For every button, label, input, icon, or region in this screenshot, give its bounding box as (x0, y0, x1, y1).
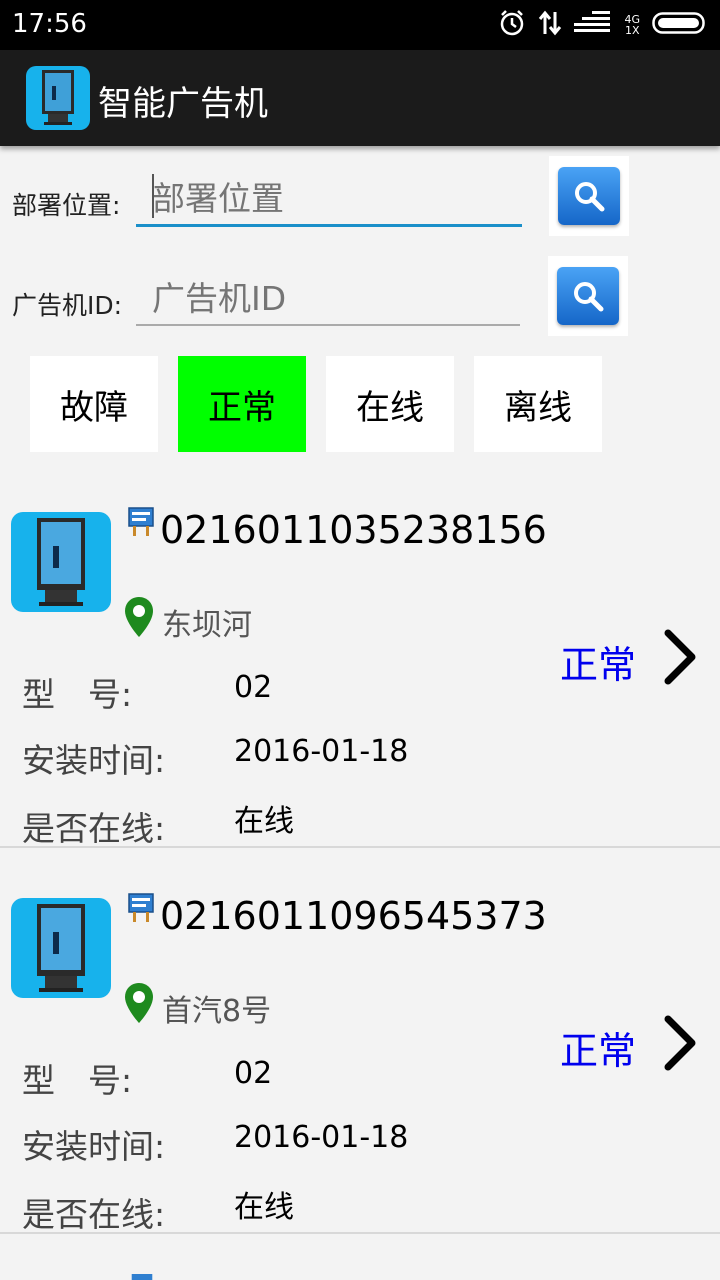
chevron-right-icon[interactable] (660, 628, 700, 686)
network-type-bottom: 1X (624, 24, 640, 37)
install-time-value: 2016-01-18 (234, 734, 409, 769)
location-pin-icon (124, 596, 154, 638)
search-icon (557, 267, 619, 325)
model-label: 型 号: (22, 675, 133, 714)
device-thumbnail (11, 512, 111, 612)
status-filter-bar: 故障 正常 在线 离线 (30, 356, 602, 452)
search-icon (558, 167, 620, 225)
id-input[interactable] (136, 272, 520, 324)
online-label: 是否在线: (22, 1195, 166, 1234)
chevron-right-icon[interactable] (660, 1014, 700, 1072)
app-bar: 智能广告机 (0, 50, 720, 146)
device-id: 0216011096545373 (160, 894, 547, 938)
filter-offline-button[interactable]: 离线 (474, 356, 602, 452)
id-label: 广告机ID: (12, 291, 123, 320)
id-input-underline (136, 324, 520, 326)
battery-icon (652, 11, 708, 39)
device-location: 首汽8号 (162, 994, 272, 1029)
location-search-button[interactable] (549, 156, 629, 236)
device-status: 正常 (560, 1029, 637, 1073)
text-cursor (152, 174, 154, 218)
status-icons: 4G 1X (498, 10, 708, 40)
filter-normal-button[interactable]: 正常 (178, 356, 306, 452)
location-label: 部署位置: (12, 191, 121, 220)
app-title: 智能广告机 (98, 84, 268, 124)
billboard-icon (127, 506, 155, 538)
app-logo-icon (26, 66, 90, 130)
status-bar: 17:56 4G 1X (0, 0, 720, 50)
filter-online-button[interactable]: 在线 (326, 356, 454, 452)
location-input[interactable] (136, 172, 522, 224)
online-value: 在线 (234, 804, 294, 839)
device-location: 东坝河 (162, 608, 252, 643)
filter-fault-button[interactable]: 故障 (30, 356, 158, 452)
billboard-icon (130, 1272, 154, 1280)
id-search-row: 广告机ID: (0, 256, 720, 346)
device-list-item[interactable]: 0216011096545373 首汽8号 型 号: 02 安装时间: 2016… (0, 848, 720, 1234)
model-value: 02 (234, 670, 273, 705)
data-transfer-icon (538, 10, 562, 40)
install-time-label: 安装时间: (22, 741, 166, 780)
id-search-button[interactable] (548, 256, 628, 336)
device-list-item[interactable]: 0216011035238156 东坝河 型 号: 02 安装时间: 2016-… (0, 462, 720, 848)
model-value: 02 (234, 1056, 273, 1091)
clock: 17:56 (12, 9, 87, 39)
model-label: 型 号: (22, 1061, 133, 1100)
location-search-row: 部署位置: (0, 156, 720, 246)
network-type-icon: 4G 1X (624, 14, 640, 36)
location-input-underline (136, 224, 522, 227)
signal-icon (574, 11, 612, 39)
online-value: 在线 (234, 1190, 294, 1225)
online-label: 是否在线: (22, 809, 166, 848)
install-time-label: 安装时间: (22, 1127, 166, 1166)
location-pin-icon (124, 982, 154, 1024)
install-time-value: 2016-01-18 (234, 1120, 409, 1155)
device-id: 0216011035238156 (160, 508, 547, 552)
device-thumbnail (11, 898, 111, 998)
billboard-icon (127, 892, 155, 924)
device-status: 正常 (560, 643, 637, 687)
alarm-icon (498, 9, 526, 41)
